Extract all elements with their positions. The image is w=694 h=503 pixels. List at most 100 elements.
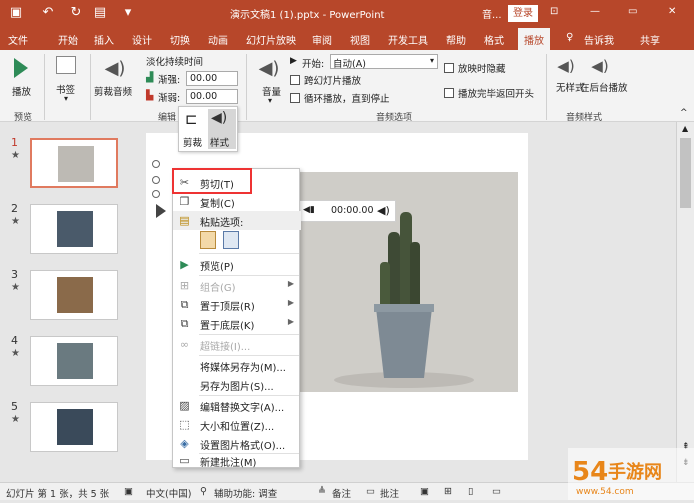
menu-item-size-position[interactable]: ⬚ 大小和位置(Z)... — [173, 415, 301, 434]
audio-play-icon[interactable] — [156, 204, 166, 218]
tab-animations[interactable]: 动画 — [208, 32, 228, 47]
comments-button[interactable]: 批注 — [380, 486, 399, 500]
hide-checkbox[interactable] — [444, 63, 454, 73]
menu-item-group[interactable]: ⊞ 组合(G) ▶ — [173, 276, 301, 295]
tab-slideshow[interactable]: 幻灯片放映 — [246, 32, 296, 47]
bring-front-icon: ⧉ — [180, 298, 189, 311]
link-icon: ∞ — [179, 338, 190, 351]
slideshow-view-icon[interactable]: ▭ — [492, 486, 501, 497]
menu-item-copy[interactable]: ❐ 复制(C) — [173, 192, 301, 211]
login-button[interactable]: 登录 — [508, 5, 538, 22]
play-icon[interactable] — [14, 58, 28, 78]
hide-label: 放映时隐藏 — [458, 64, 506, 75]
reading-view-icon[interactable]: ▯ — [468, 486, 473, 497]
tab-format[interactable]: 格式 — [484, 32, 504, 47]
sorter-view-icon[interactable]: ⊞ — [444, 486, 452, 497]
play-button-label[interactable]: 播放 — [12, 84, 31, 98]
tab-playback[interactable]: 播放 — [518, 28, 550, 50]
tab-review[interactable]: 审阅 — [312, 32, 332, 47]
watermark-graphic: 54 手游网 www.54.com — [568, 448, 694, 500]
ribbon-display-icon[interactable]: ⊡ — [550, 6, 558, 17]
start-select[interactable]: 自动(A) ▾ — [330, 54, 438, 70]
menu-item-save-as-picture[interactable]: 另存为图片(S)... — [173, 375, 301, 394]
volume-icon[interactable]: ◀) — [258, 58, 280, 80]
tab-file[interactable]: 文件 — [8, 32, 28, 47]
menu-item-save-media-as[interactable]: 将媒体另存为(M)... — [173, 356, 301, 375]
fade-out-input[interactable]: 00.00 — [186, 89, 238, 104]
menu-item-preview[interactable]: ▶ 预览(P) — [173, 255, 301, 274]
normal-view-icon[interactable]: ▣ — [420, 486, 429, 497]
selection-handle[interactable] — [152, 190, 160, 198]
chevron-down-icon[interactable]: ▾ — [268, 96, 272, 105]
presenter-icon[interactable]: ▤ — [92, 5, 108, 21]
scroll-up-icon[interactable]: ▲ — [682, 124, 688, 133]
rewind-checkbox[interactable] — [444, 88, 454, 98]
collapse-ribbon-icon[interactable]: ^ — [680, 108, 688, 118]
language-status[interactable]: 中文(中国) — [146, 486, 191, 500]
accessibility-status[interactable]: 辅助功能: 调查 — [214, 486, 277, 500]
tab-home[interactable]: 开始 — [58, 32, 78, 47]
menu-item-hyperlink[interactable]: ∞ 超链接(I)... — [173, 335, 301, 354]
loop-checkbox[interactable] — [290, 93, 300, 103]
menu-item-send-to-back[interactable]: ⧉ 置于底层(K) ▶ — [173, 314, 301, 333]
play-background-icon[interactable]: ◀) — [590, 56, 610, 76]
tab-insert[interactable]: 插入 — [94, 32, 114, 47]
selection-handle[interactable] — [152, 176, 160, 184]
menu-item-new-comment[interactable]: ▭ 新建批注(M) — [173, 451, 301, 470]
notes-icon[interactable]: ≜ — [318, 486, 326, 497]
selection-handle[interactable] — [152, 160, 160, 168]
trim-audio-icon[interactable]: ◀) — [104, 58, 126, 80]
tab-view[interactable]: 视图 — [350, 32, 370, 47]
slide-thumbnail-1[interactable] — [30, 138, 118, 188]
format-icon: ◈ — [180, 437, 189, 450]
trim-audio-label[interactable]: 剪裁音频 — [94, 84, 132, 98]
paste-as-picture-icon[interactable] — [223, 231, 239, 249]
ribbon-playback: 播放 预览 书签 ▾ ◀) 剪裁音频 淡化持续时间 ▟ 渐强: 00.00 ▙ … — [0, 50, 694, 123]
close-button[interactable]: ✕ — [668, 6, 676, 17]
accessibility-icon[interactable]: ⚲ — [200, 486, 207, 497]
menu-item-bring-to-front[interactable]: ⧉ 置于顶层(R) ▶ — [173, 295, 301, 314]
tell-me-search[interactable]: 告诉我 — [584, 32, 614, 47]
share-button[interactable]: 共享 — [640, 32, 660, 47]
crop-icon[interactable]: ⊏ — [185, 110, 198, 128]
fade-out-label: 渐弱: — [158, 93, 181, 104]
tab-developer[interactable]: 开发工具 — [388, 32, 428, 47]
slide-thumbnail-2[interactable] — [30, 204, 118, 254]
slide-thumbnail-image — [57, 211, 93, 247]
cross-slides-label: 跨幻灯片播放 — [304, 76, 362, 87]
slide-number: 4 — [11, 334, 18, 347]
chevron-down-icon[interactable]: ▾ — [64, 94, 68, 103]
bookmark-icon[interactable] — [56, 56, 76, 74]
vertical-scrollbar[interactable]: ▲ ⇞ ⇟ — [676, 122, 694, 482]
fade-in-input[interactable]: 00.00 — [186, 71, 238, 86]
notes-button[interactable]: 备注 — [332, 486, 351, 500]
undo-icon[interactable]: ↶ — [40, 5, 56, 21]
tab-transitions[interactable]: 切换 — [170, 32, 190, 47]
slide-number: 1 — [11, 136, 18, 149]
redo-icon[interactable]: ↻ — [68, 5, 84, 21]
restore-button[interactable]: ▭ — [628, 6, 637, 17]
group-audio-options-label: 音频选项 — [376, 113, 413, 123]
comments-icon[interactable]: ▭ — [366, 486, 375, 497]
scroll-thumb[interactable] — [680, 138, 691, 208]
crop-button-label[interactable]: 剪裁 — [183, 135, 202, 149]
slide-thumbnail-5[interactable] — [30, 402, 118, 452]
save-icon[interactable]: ▣ — [8, 5, 24, 21]
play-background-label[interactable]: 在后台播放 — [580, 80, 628, 94]
spellcheck-icon[interactable]: ▣ — [124, 486, 133, 497]
paste-keep-format-icon[interactable] — [200, 231, 216, 249]
tab-help[interactable]: 帮助 — [446, 32, 466, 47]
cross-slides-checkbox[interactable] — [290, 75, 300, 85]
minimize-button[interactable]: — — [590, 6, 600, 17]
customize-icon[interactable]: ▾ — [120, 5, 136, 21]
menu-item-label: 新建批注(M) — [200, 458, 257, 469]
slide-thumbnail-image — [57, 343, 93, 379]
no-style-icon[interactable]: ◀) — [556, 56, 576, 76]
slide-thumbnail-4[interactable] — [30, 336, 118, 386]
speaker-icon[interactable]: ◀) — [377, 204, 390, 217]
seek-icon[interactable]: ◀▮ — [303, 205, 315, 215]
title-bar: ▣ ↶ ↻ ▤ ▾ 演示文稿1 (1).pptx - PowerPoint 音.… — [0, 0, 694, 28]
tab-design[interactable]: 设计 — [132, 32, 152, 47]
slide-thumbnail-3[interactable] — [30, 270, 118, 320]
menu-item-edit-alt-text[interactable]: ▨ 编辑替换文字(A)... — [173, 396, 301, 415]
